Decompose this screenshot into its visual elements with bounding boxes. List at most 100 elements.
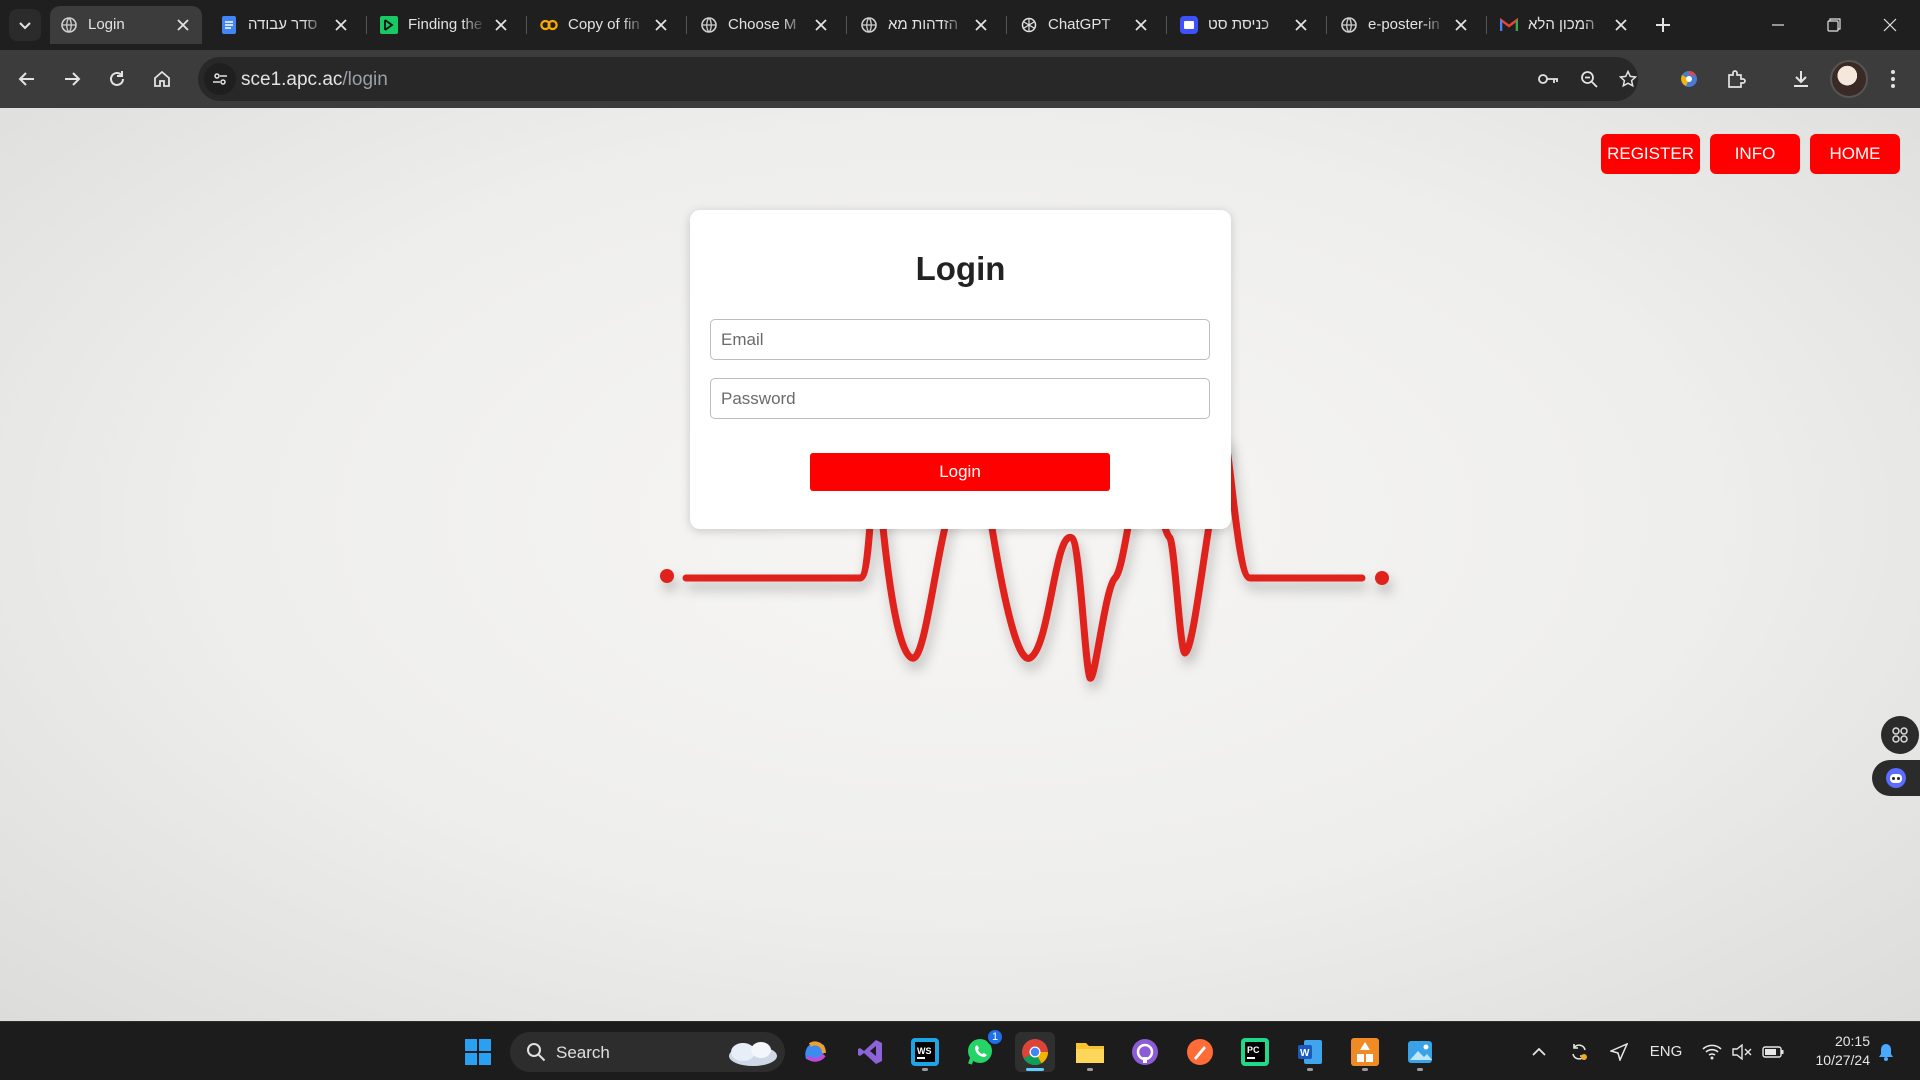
password-key-icon[interactable]: [1533, 63, 1565, 95]
close-icon[interactable]: [332, 16, 350, 34]
info-button[interactable]: INFO: [1710, 134, 1800, 174]
system-clock[interactable]: 20:15 10/27/24: [1796, 1032, 1871, 1070]
minimize-icon: [1772, 24, 1784, 26]
tab-separator: [846, 16, 847, 34]
file-explorer-icon[interactable]: [1070, 1032, 1110, 1072]
tab-separator: [1006, 16, 1007, 34]
register-button[interactable]: REGISTER: [1601, 134, 1700, 174]
tab-title: Choose M: [728, 16, 797, 33]
address-bar[interactable]: sce1.apc.ac/login: [198, 57, 1638, 101]
svg-text:W: W: [1300, 1048, 1310, 1059]
reload-icon: [110, 71, 124, 86]
globe-icon: [1340, 16, 1358, 34]
url-text[interactable]: sce1.apc.ac/login: [241, 69, 388, 91]
close-icon[interactable]: [652, 16, 670, 34]
assistant-widget-button[interactable]: [1872, 760, 1920, 796]
browser-menu-icon[interactable]: [1875, 61, 1911, 97]
tab-docs[interactable]: סדר עבודה: [210, 6, 360, 44]
pycharm-icon[interactable]: PC: [1235, 1032, 1275, 1072]
profile-avatar[interactable]: [1830, 60, 1868, 98]
word-icon[interactable]: W: [1290, 1032, 1330, 1072]
show-hidden-icons-button[interactable]: [1526, 1022, 1552, 1080]
reload-button[interactable]: [99, 61, 135, 97]
bookmark-star-icon[interactable]: [1612, 63, 1644, 95]
login-card: Login Login: [690, 210, 1231, 529]
wifi-icon[interactable]: [1700, 1022, 1724, 1080]
tab-gmail[interactable]: המכון הלא: [1490, 6, 1640, 44]
close-icon[interactable]: [1292, 16, 1310, 34]
home-nav-button[interactable]: HOME: [1810, 134, 1900, 174]
url-path: /login: [342, 69, 388, 90]
tab-title: כניסת סט: [1208, 16, 1270, 33]
running-indicator: [1362, 1068, 1368, 1071]
postman-icon[interactable]: [1180, 1032, 1220, 1072]
close-window-button[interactable]: [1862, 0, 1918, 50]
login-submit-button[interactable]: Login: [810, 453, 1110, 491]
webstorm-icon[interactable]: WS: [905, 1032, 945, 1072]
login-page: REGISTER INFO HOME Login Login: [0, 108, 1920, 1021]
speaker-muted-icon[interactable]: [1730, 1022, 1754, 1080]
plus-icon: [1656, 18, 1670, 32]
downloads-icon[interactable]: [1783, 61, 1819, 97]
tab-login[interactable]: Login: [50, 6, 202, 44]
zoom-icon[interactable]: [1573, 63, 1605, 95]
restore-icon: [1827, 18, 1841, 32]
close-icon[interactable]: [812, 16, 830, 34]
start-button[interactable]: [458, 1032, 498, 1072]
extension-icon[interactable]: [1671, 61, 1707, 97]
close-icon[interactable]: [1132, 16, 1150, 34]
tab-eposter[interactable]: e-poster-in: [1330, 6, 1480, 44]
chrome-icon[interactable]: [1015, 1032, 1055, 1072]
restore-button[interactable]: [1806, 0, 1862, 50]
back-button[interactable]: [9, 61, 45, 97]
close-icon[interactable]: [492, 16, 510, 34]
svg-text:WS: WS: [917, 1046, 932, 1056]
widget-grid-button[interactable]: [1881, 716, 1919, 754]
whatsapp-icon[interactable]: 1: [960, 1028, 1004, 1072]
github-desktop-icon[interactable]: [1125, 1032, 1165, 1072]
tab-title: Finding the: [408, 16, 483, 33]
tab-title: e-poster-in: [1368, 16, 1440, 33]
tune-icon: [213, 73, 227, 85]
close-icon[interactable]: [972, 16, 990, 34]
site-info-button[interactable]: [204, 63, 236, 95]
tab-choose[interactable]: Choose M: [690, 6, 840, 44]
portal-icon: [1180, 16, 1198, 34]
notifications-bell-icon[interactable]: [1874, 1022, 1898, 1080]
tab-chatgpt[interactable]: ChatGPT: [1010, 6, 1160, 44]
tab-colab[interactable]: Copy of fin: [530, 6, 680, 44]
orange-app-icon[interactable]: [1345, 1032, 1385, 1072]
google-docs-icon: [220, 16, 238, 34]
arrow-right-icon: [65, 72, 81, 86]
new-tab-button[interactable]: [1648, 10, 1678, 40]
close-icon[interactable]: [174, 16, 192, 34]
photos-icon[interactable]: [1400, 1032, 1440, 1072]
globe-icon: [60, 16, 78, 34]
visual-studio-icon[interactable]: [850, 1032, 890, 1072]
extensions-puzzle-icon[interactable]: [1718, 61, 1754, 97]
bot-face-icon: [1886, 768, 1906, 788]
email-field[interactable]: [710, 319, 1210, 360]
sync-icon[interactable]: [1566, 1022, 1592, 1080]
password-field[interactable]: [710, 378, 1210, 419]
tab-identification[interactable]: הזדהות מא: [850, 6, 1000, 44]
taskbar-search-box[interactable]: Search: [510, 1032, 785, 1072]
battery-icon[interactable]: [1760, 1022, 1786, 1080]
forward-button[interactable]: [54, 61, 90, 97]
tab-finding[interactable]: Finding the: [370, 6, 520, 44]
url-host: sce1.apc.ac: [241, 69, 343, 90]
send-icon[interactable]: [1606, 1022, 1632, 1080]
close-icon[interactable]: [1612, 16, 1630, 34]
home-button[interactable]: [144, 61, 180, 97]
tab-search-button[interactable]: [9, 9, 41, 41]
clock-date: 10/27/24: [1815, 1052, 1871, 1068]
tab-separator: [1326, 16, 1327, 34]
running-indicator: [1417, 1068, 1423, 1071]
close-icon[interactable]: [1452, 16, 1470, 34]
minimize-button[interactable]: [1750, 0, 1806, 50]
tab-portal[interactable]: כניסת סט: [1170, 6, 1320, 44]
copilot-icon[interactable]: [795, 1032, 835, 1072]
running-indicator: [1087, 1068, 1093, 1071]
search-icon: [527, 1043, 546, 1062]
language-indicator[interactable]: ENG: [1648, 1022, 1684, 1080]
